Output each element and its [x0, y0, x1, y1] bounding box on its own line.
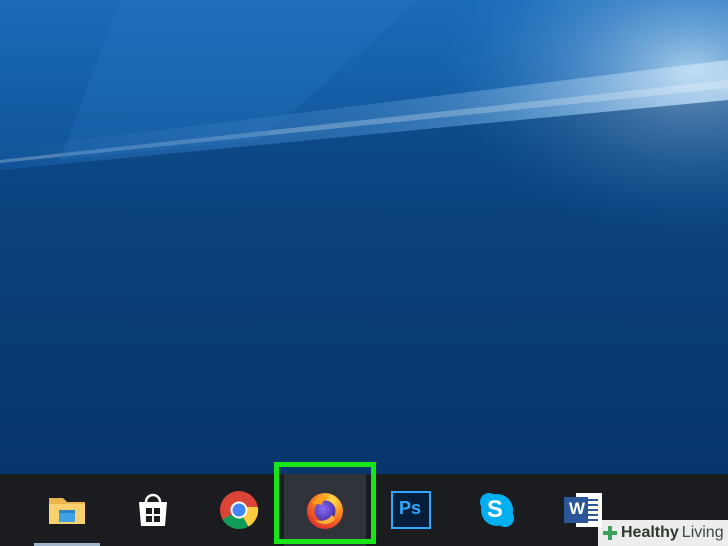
taskbar-item-skype[interactable]: S: [456, 474, 538, 546]
photoshop-label: Ps: [399, 498, 422, 518]
taskbar-item-microsoft-store[interactable]: [112, 474, 194, 546]
desktop-wallpaper: [0, 0, 728, 474]
wallpaper-light-beams: [0, 0, 728, 474]
plus-icon: [603, 526, 617, 540]
chrome-icon: [220, 491, 259, 530]
store-bag-icon: [139, 493, 167, 526]
word-label: W: [569, 499, 586, 518]
skype-label: S: [487, 496, 504, 523]
taskbar-item-photoshop[interactable]: Ps: [370, 474, 452, 546]
watermark-text-bold: Healthy: [621, 524, 679, 541]
firefox-highlight-box: [274, 462, 376, 544]
watermark-text-regular: Living: [681, 524, 724, 541]
taskbar-item-google-chrome[interactable]: [198, 474, 280, 546]
healthy-living-watermark: Healthy Living: [598, 520, 728, 546]
taskbar-item-file-explorer[interactable]: [26, 474, 108, 546]
folder-icon: [49, 498, 85, 524]
